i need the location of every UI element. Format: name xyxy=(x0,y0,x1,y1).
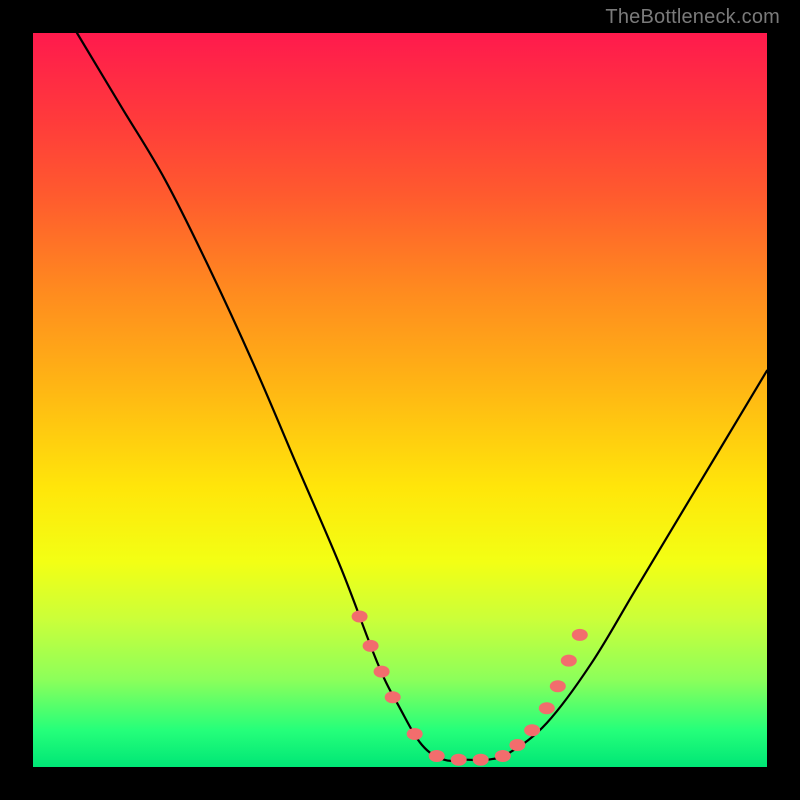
marker-dot xyxy=(539,702,555,714)
marker-dot xyxy=(572,629,588,641)
marker-dot xyxy=(374,666,390,678)
marker-dot xyxy=(524,724,540,736)
marker-dot xyxy=(550,680,566,692)
watermark-text: TheBottleneck.com xyxy=(605,6,780,29)
chart-stage: TheBottleneck.com xyxy=(0,0,800,800)
marker-dot xyxy=(352,611,368,623)
marker-dot xyxy=(407,728,423,740)
bottleneck-curve xyxy=(77,33,767,761)
marker-dot xyxy=(561,655,577,667)
marker-dot xyxy=(451,754,467,766)
marker-dot xyxy=(509,739,525,751)
marker-dot xyxy=(385,691,401,703)
marker-dot xyxy=(495,750,511,762)
chart-overlay xyxy=(33,33,767,767)
marker-dot xyxy=(429,750,445,762)
highlighted-points-group xyxy=(352,611,588,766)
marker-dot xyxy=(473,754,489,766)
marker-dot xyxy=(363,640,379,652)
